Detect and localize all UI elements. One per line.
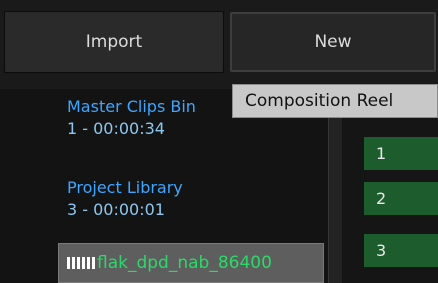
reel-item[interactable]: 2: [364, 182, 438, 215]
selected-clip-item[interactable]: flak_dpd_nab_86400: [58, 243, 324, 283]
bin-master-clips[interactable]: Master Clips Bin 1 - 00:00:34: [67, 96, 196, 140]
reel-item[interactable]: 3: [364, 234, 438, 267]
new-button[interactable]: New: [230, 12, 436, 72]
tooltip: Composition Reel: [232, 84, 438, 118]
reel-item[interactable]: 1: [364, 137, 438, 170]
bin-name: Project Library: [67, 178, 183, 197]
filmstrip-icon: [67, 257, 95, 269]
bin-count: 1 - 00:00:34: [67, 119, 165, 138]
bin-name: Master Clips Bin: [67, 97, 196, 116]
panel-splitter[interactable]: [328, 89, 343, 283]
clip-name: flak_dpd_nab_86400: [97, 253, 272, 273]
import-button[interactable]: Import: [4, 11, 224, 73]
bin-project-library[interactable]: Project Library 3 - 00:00:01: [67, 177, 183, 221]
bin-count: 3 - 00:00:01: [67, 200, 165, 219]
toolbar: Import New: [0, 0, 438, 89]
